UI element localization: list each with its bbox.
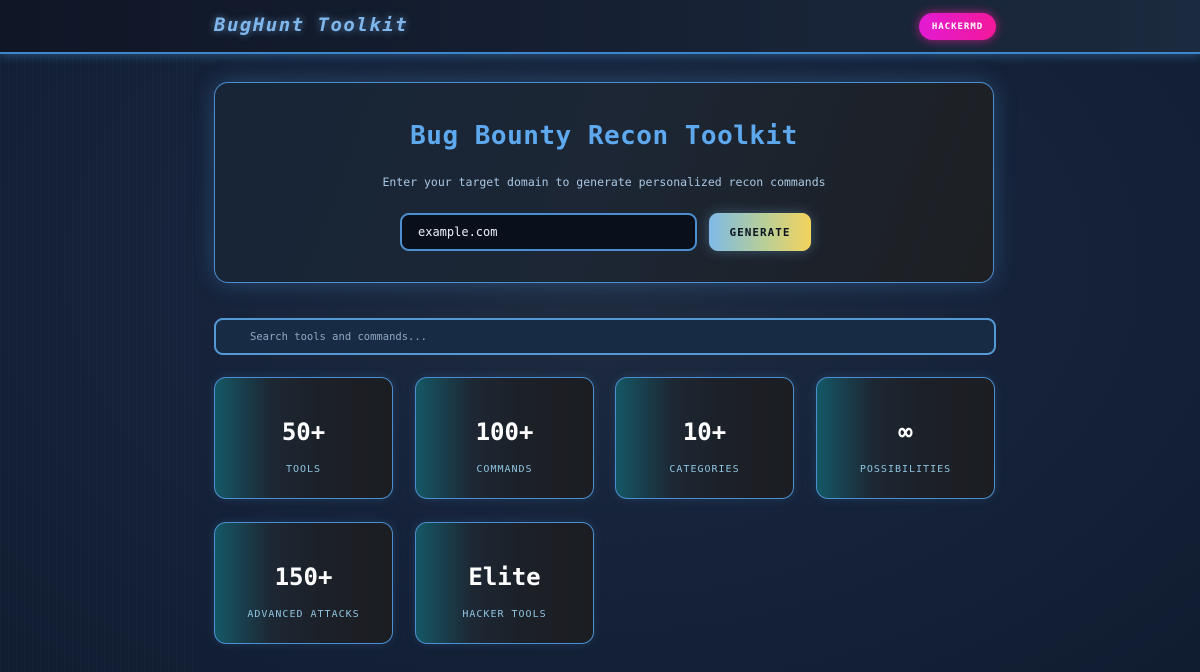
recon-hero-panel: Bug Bounty Recon Toolkit Enter your targ… [214,82,994,283]
generate-button[interactable]: GENERATE [709,213,811,251]
hero-subtitle: Enter your target domain to generate per… [382,175,826,189]
background-scanlines [0,54,200,672]
stat-label: COMMANDS [476,464,533,475]
stat-value: ∞ [898,418,913,446]
search-bar [214,318,996,355]
stat-label: HACKER TOOLS [462,609,547,620]
search-input[interactable] [214,318,996,355]
stat-value: Elite [468,563,541,591]
stat-card-possibilities: ∞ POSSIBILITIES [816,377,995,499]
stat-label: CATEGORIES [669,464,740,475]
stat-value: 150+ [274,563,333,591]
stat-value: 10+ [682,418,727,446]
user-profile-button[interactable]: HACKERMD [919,13,996,40]
brand-logo-text[interactable]: BugHunt Toolkit [214,14,408,36]
stat-card-hacker-tools: Elite HACKER TOOLS [415,522,594,644]
stat-label: POSSIBILITIES [859,464,952,475]
hero-title: Bug Bounty Recon Toolkit [410,121,798,151]
stat-card-advanced-attacks: 150+ ADVANCED ATTACKS [214,522,393,644]
stat-label: TOOLS [285,464,322,475]
stat-card-tools: 50+ TOOLS [214,377,393,499]
stat-card-categories: 10+ CATEGORIES [615,377,794,499]
stat-label: ADVANCED ATTACKS [247,609,360,620]
top-navigation-bar: BugHunt Toolkit HACKERMD [0,0,1200,54]
stat-card-commands: 100+ COMMANDS [415,377,594,499]
domain-input[interactable] [400,213,697,251]
stat-value: 100+ [475,418,534,446]
stat-value: 50+ [281,418,326,446]
